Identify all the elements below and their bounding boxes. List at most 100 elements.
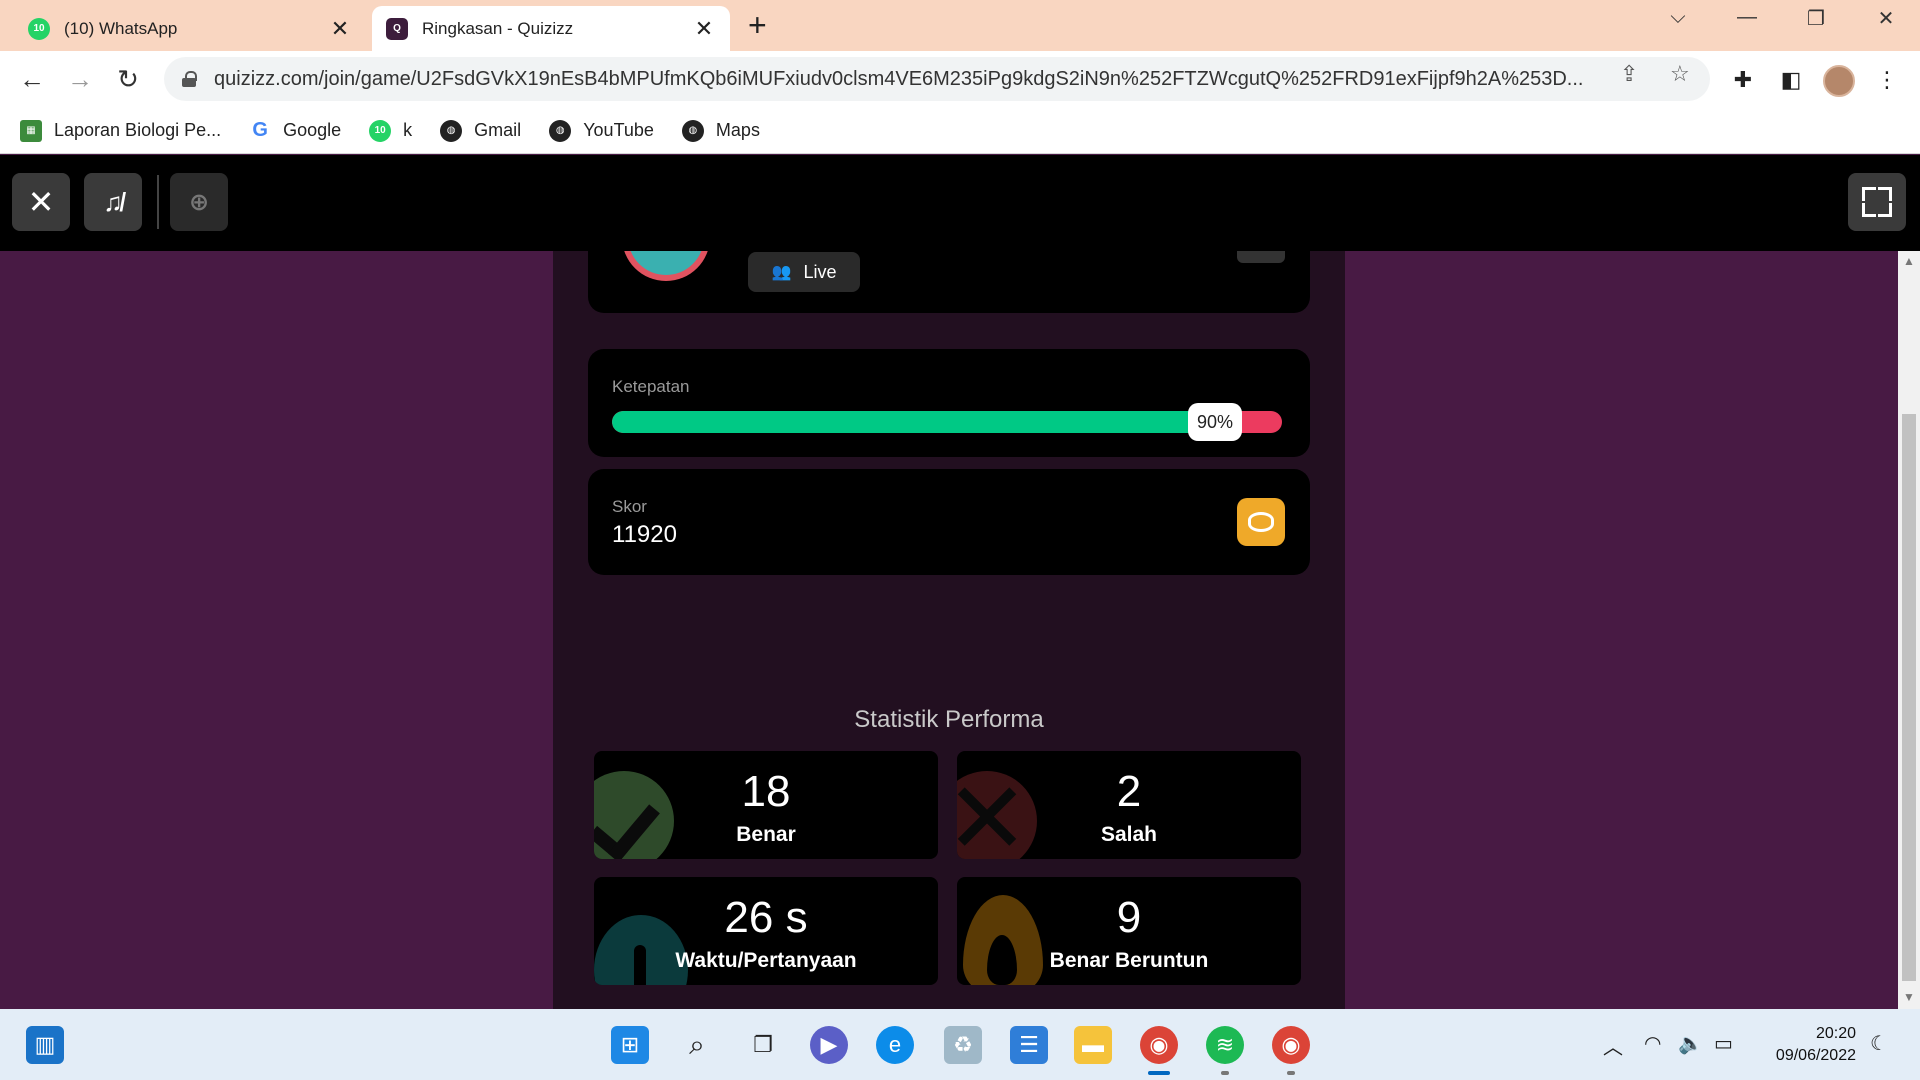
zoom-icon[interactable]: ⊕ <box>170 173 228 231</box>
player-card: 👥 Live <box>588 251 1310 313</box>
bookmark-label: Gmail <box>474 120 522 140</box>
tab-title: (10) WhatsApp <box>64 18 178 38</box>
stat-correct: 18 Benar <box>594 751 938 859</box>
chevron-up-icon[interactable]: ︿ <box>1603 1031 1623 1060</box>
system-clock[interactable]: 20:20 09/06/2022 <box>1760 1023 1856 1067</box>
chat-icon[interactable]: ▶ <box>810 1026 848 1064</box>
bookmark-youtube[interactable]: ◍ YouTube <box>549 119 654 142</box>
volume-icon[interactable]: 🔈 <box>1678 1031 1703 1056</box>
minimize-button[interactable]: — <box>1727 6 1767 29</box>
spotify-icon[interactable]: ≋ <box>1206 1026 1244 1064</box>
stat-streak: 9 Benar Beruntun <box>957 877 1301 985</box>
taskbar: ▥ ⊞ ⌕ ❐ ▶ e ♻ ☰ ▬ ◉ ≋ ◉ ︿ ◠ 🔈 ▭ 20:20 09… <box>0 1009 1920 1080</box>
app-icon: ▦ <box>20 119 42 142</box>
widgets-icon[interactable]: ▥ <box>26 1026 64 1064</box>
scrollbar-thumb[interactable] <box>1898 410 1920 985</box>
bookmark-google[interactable]: G Google <box>249 119 342 142</box>
score-label: Skor <box>612 497 647 516</box>
bookmark-k[interactable]: 10 k <box>369 119 412 142</box>
bookmarks-bar: ▦ Laporan Biologi Pe... G Google 10 k ◍ … <box>0 108 1920 154</box>
url-text[interactable]: quizizz.com/join/game/U2FsdGVkX19nEsB4bM… <box>214 68 1644 91</box>
whatsapp-icon: 10 <box>369 119 392 142</box>
side-panel-icon[interactable]: ◧ <box>1776 65 1806 95</box>
toolbar: ← → ↻ quizizz.com/join/game/U2FsdGVkX19n… <box>0 51 1920 108</box>
stats-title: Statistik Performa <box>854 706 1044 733</box>
notepad-icon[interactable]: ☰ <box>1010 1026 1048 1064</box>
globe-icon: ◍ <box>549 119 572 142</box>
coins-icon <box>1237 498 1285 546</box>
users-icon: 👥 <box>771 264 792 281</box>
close-tab-icon[interactable]: ✕ <box>692 16 716 41</box>
close-window-button[interactable]: ✕ <box>1866 6 1906 31</box>
accuracy-bar-fill <box>612 411 1215 433</box>
bookmark-label: YouTube <box>583 120 654 140</box>
accuracy-percent: 90% <box>1188 403 1242 441</box>
avatar <box>622 251 710 281</box>
profile-avatar[interactable] <box>1823 65 1855 97</box>
tab-quizizz[interactable]: Q Ringkasan - Quizizz ✕ <box>372 6 730 51</box>
chrome-icon[interactable]: ◉ <box>1272 1026 1310 1064</box>
stat-incorrect: ✕ 2 Salah <box>957 751 1301 859</box>
new-tab-button[interactable]: + <box>748 9 767 41</box>
back-icon[interactable]: ← <box>14 61 50 97</box>
stat-value: 18 <box>741 767 791 816</box>
stat-time-per-question: 26 s Waktu/Pertanyaan <box>594 877 938 985</box>
running-indicator <box>1221 1071 1229 1075</box>
accuracy-card: Ketepatan 90% <box>588 349 1310 457</box>
bookmark-label: Laporan Biologi Pe... <box>54 120 222 140</box>
quizizz-icon: Q <box>386 17 408 40</box>
battery-icon[interactable]: ▭ <box>1714 1031 1733 1056</box>
menu-icon[interactable]: ⋮ <box>1872 65 1902 95</box>
live-badge: 👥 Live <box>748 252 860 292</box>
stat-label: Waktu/Pertanyaan <box>675 949 857 972</box>
task-view-icon[interactable]: ❐ <box>744 1026 782 1064</box>
globe-icon: ◍ <box>440 119 463 142</box>
bookmark-label: Maps <box>715 120 760 140</box>
score-value: 11920 <box>612 521 677 548</box>
restore-button[interactable]: ❐ <box>1796 6 1836 31</box>
scroll-up-icon[interactable]: ▲ <box>1898 254 1920 268</box>
stat-value: 9 <box>1116 893 1142 942</box>
search-icon[interactable]: ⌕ <box>678 1026 716 1064</box>
stat-label: Salah <box>1100 823 1158 846</box>
active-indicator <box>1148 1071 1170 1075</box>
player-card-button[interactable] <box>1237 251 1285 263</box>
summary-panel: 👥 Live Ketepatan 90% Skor 11920 Statisti… <box>553 251 1345 1009</box>
running-indicator <box>1287 1071 1295 1075</box>
close-tab-icon[interactable]: ✕ <box>328 16 352 41</box>
score-card: Skor 11920 <box>588 469 1310 575</box>
bookmark-gmail[interactable]: ◍ Gmail <box>440 119 522 142</box>
google-icon: G <box>252 119 268 141</box>
quiz-toolbar: ✕ ♫̸ ⊕ <box>0 155 1920 251</box>
forward-icon[interactable]: → <box>62 61 98 97</box>
extensions-icon[interactable]: ✚ <box>1728 65 1758 95</box>
notifications-icon[interactable]: ☾ <box>1870 1031 1888 1056</box>
lock-icon[interactable] <box>182 71 197 87</box>
fullscreen-icon[interactable] <box>1848 173 1906 231</box>
bookmark-laporan[interactable]: ▦ Laporan Biologi Pe... <box>20 119 222 142</box>
bookmark-label: Google <box>283 120 342 140</box>
close-icon[interactable]: ✕ <box>12 173 70 231</box>
live-label: Live <box>803 261 837 282</box>
tab-whatsapp[interactable]: 10 (10) WhatsApp ✕ <box>14 6 366 51</box>
tab-title: Ringkasan - Quizizz <box>422 18 574 38</box>
bookmark-maps[interactable]: ◍ Maps <box>681 119 760 142</box>
bookmark-star-icon[interactable]: ☆ <box>1670 61 1690 87</box>
file-explorer-icon[interactable]: ▬ <box>1074 1026 1112 1064</box>
globe-icon: ◍ <box>681 119 704 142</box>
reload-icon[interactable]: ↻ <box>110 61 146 97</box>
start-icon[interactable]: ⊞ <box>611 1026 649 1064</box>
share-icon[interactable]: ⇪ <box>1620 61 1638 87</box>
recycle-bin-icon[interactable]: ♻ <box>944 1026 982 1064</box>
accuracy-label: Ketepatan <box>612 377 690 396</box>
clock-time: 20:20 <box>1815 1025 1856 1042</box>
scroll-down-icon[interactable]: ▼ <box>1898 990 1920 1004</box>
tab-search-icon[interactable]: ⌵ <box>1658 6 1698 29</box>
stat-label: Benar Beruntun <box>1049 949 1209 972</box>
chrome-icon[interactable]: ◉ <box>1140 1026 1178 1064</box>
edge-icon[interactable]: e <box>876 1026 914 1064</box>
address-bar[interactable]: quizizz.com/join/game/U2FsdGVkX19nEsB4bM… <box>164 57 1710 101</box>
wifi-icon[interactable]: ◠ <box>1644 1031 1661 1056</box>
mute-icon[interactable]: ♫̸ <box>84 173 142 231</box>
tab-strip: 10 (10) WhatsApp ✕ Q Ringkasan - Quizizz… <box>0 0 1920 51</box>
